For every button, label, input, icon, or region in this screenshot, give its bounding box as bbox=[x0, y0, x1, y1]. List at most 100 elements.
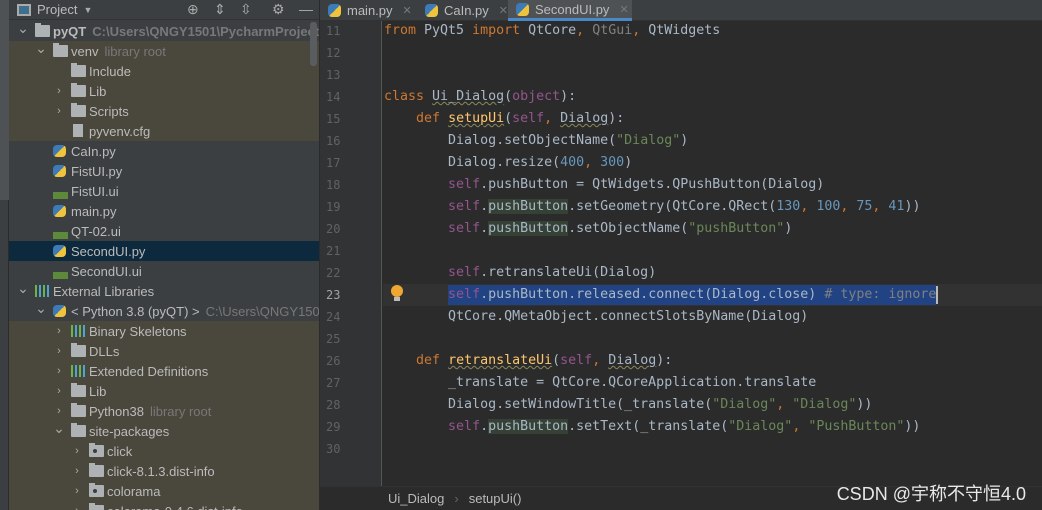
tree-item[interactable]: › DLLs bbox=[9, 341, 319, 361]
tree-item[interactable]: ⌄ site-packages bbox=[9, 420, 319, 441]
tree-item[interactable]: Include bbox=[9, 61, 319, 81]
tree-item[interactable]: › Binary Skeletons bbox=[9, 321, 319, 341]
code-token: QtWidgets bbox=[648, 23, 721, 38]
tree-item-label: Extended Definitions bbox=[89, 363, 209, 379]
folder-icon bbox=[71, 83, 86, 97]
tree-item[interactable]: QT-02.ui bbox=[9, 221, 319, 241]
code-token: pushButton bbox=[488, 221, 569, 236]
code-token: ): bbox=[608, 111, 625, 126]
library-icon bbox=[35, 285, 50, 297]
code-token: ): bbox=[560, 89, 577, 104]
breadcrumb-method[interactable]: setupUi() bbox=[469, 491, 522, 506]
tree-item[interactable]: › colorama bbox=[9, 481, 319, 501]
chevron-right-icon[interactable]: › bbox=[71, 505, 83, 510]
code-token: self bbox=[448, 265, 481, 280]
tree-item-label: Lib bbox=[89, 383, 107, 399]
tree-item[interactable]: › Lib bbox=[9, 81, 319, 101]
folder-icon bbox=[71, 403, 86, 417]
minimize-icon[interactable]: — bbox=[299, 1, 313, 17]
code-token: 130 bbox=[776, 199, 801, 214]
line-number: 14 bbox=[326, 90, 341, 104]
tree-item-label: Include bbox=[89, 63, 131, 79]
expand-all-icon[interactable]: ⇕ bbox=[214, 1, 226, 18]
qt-ui-file-icon bbox=[53, 192, 68, 199]
project-icon bbox=[17, 3, 31, 16]
code-token: .setGeometry(QtCore.QRect( bbox=[568, 199, 777, 214]
line-number: 11 bbox=[326, 24, 341, 38]
code-token: self bbox=[512, 111, 545, 126]
chevron-down-icon[interactable]: ⌄ bbox=[17, 280, 29, 297]
chevron-right-icon[interactable]: › bbox=[53, 345, 65, 357]
tree-item[interactable]: main.py bbox=[9, 201, 319, 221]
code-line: Dialog.setObjectName("Dialog") bbox=[384, 130, 688, 152]
close-icon[interactable]: ✕ bbox=[403, 4, 412, 17]
tree-item-label: External Libraries bbox=[53, 283, 155, 299]
code-token: Dialog bbox=[608, 353, 657, 368]
tree-item-label: venv bbox=[71, 43, 99, 59]
line-number: 22 bbox=[326, 266, 341, 280]
project-tool-tab[interactable] bbox=[0, 0, 9, 200]
tree-item[interactable]: CaIn.py bbox=[9, 141, 319, 161]
chevron-right-icon[interactable]: › bbox=[53, 105, 65, 117]
code-token: _translate = QtCore.QCoreApplication.tra… bbox=[384, 375, 817, 390]
chevron-right-icon[interactable]: › bbox=[53, 385, 65, 397]
tree-item[interactable]: › click bbox=[9, 441, 319, 461]
code-token: object bbox=[512, 89, 561, 104]
code-token: ( bbox=[504, 111, 513, 126]
close-icon[interactable]: ✕ bbox=[619, 3, 628, 16]
tab-cain-py[interactable]: CaIn.py ✕ bbox=[417, 0, 508, 21]
tree-item[interactable]: ⌄ venv library root bbox=[9, 40, 319, 61]
chevron-right-icon[interactable]: › bbox=[71, 485, 83, 497]
tree-scrollbar[interactable] bbox=[310, 22, 317, 66]
python-file-icon bbox=[516, 2, 529, 16]
locate-icon[interactable]: ⊕ bbox=[187, 1, 199, 18]
chevron-down-icon[interactable]: ▼ bbox=[83, 5, 92, 15]
chevron-right-icon[interactable]: › bbox=[53, 325, 65, 337]
chevron-down-icon[interactable]: ⌄ bbox=[53, 420, 65, 437]
tree-item[interactable]: › Python38 library root bbox=[9, 401, 319, 421]
code-token: , bbox=[872, 199, 889, 214]
tree-item[interactable]: FistUI.py bbox=[9, 161, 319, 181]
chevron-down-icon[interactable]: ⌄ bbox=[35, 300, 47, 317]
package-icon bbox=[89, 483, 104, 497]
tree-item[interactable]: ⌄ < Python 3.8 (pyQT) > C:\Users\QNGY1501\… bbox=[9, 300, 319, 321]
chevron-right-icon[interactable]: › bbox=[53, 85, 65, 97]
code-token: Dialog.resize( bbox=[384, 155, 561, 170]
tab-secondui-py[interactable]: SecondUI.py ✕ bbox=[508, 0, 632, 21]
python-file-icon bbox=[53, 305, 66, 317]
watermark: CSDN @宇称不守恒4.0 bbox=[836, 484, 1026, 504]
tab-label: main.py bbox=[347, 3, 393, 18]
chevron-down-icon[interactable]: ⌄ bbox=[17, 20, 29, 37]
chevron-right-icon[interactable]: › bbox=[71, 465, 83, 477]
collapse-all-icon[interactable]: ⇳ bbox=[240, 1, 252, 18]
tree-item[interactable]: pyvenv.cfg bbox=[9, 121, 319, 141]
chevron-right-icon[interactable]: › bbox=[53, 405, 65, 417]
tab-main-py[interactable]: main.py ✕ bbox=[320, 0, 417, 21]
chevron-right-icon[interactable]: › bbox=[53, 365, 65, 377]
code-token: Dialog bbox=[560, 111, 609, 126]
code-token: Ui_Dialog bbox=[432, 89, 505, 104]
tree-item[interactable]: SecondUI.py bbox=[9, 241, 319, 261]
chevron-down-icon[interactable]: ⌄ bbox=[35, 40, 47, 57]
tree-item[interactable]: FistUI.ui bbox=[9, 181, 319, 201]
chevron-right-icon[interactable]: › bbox=[71, 445, 83, 457]
tree-item[interactable]: › Extended Definitions bbox=[9, 361, 319, 381]
tree-item[interactable]: › Lib bbox=[9, 381, 319, 401]
gear-icon[interactable]: ⚙ bbox=[272, 1, 285, 18]
tree-item[interactable]: › colorama-0.4.6.dist-info bbox=[9, 501, 319, 510]
tree-item[interactable]: › click-8.1.3.dist-info bbox=[9, 461, 319, 481]
tree-item[interactable]: ⌄ External Libraries bbox=[9, 280, 319, 301]
tree-item[interactable]: ⌄ pyQT C:\Users\QNGY1501\PycharmProjects\p… bbox=[9, 20, 319, 41]
tree-item[interactable]: SecondUI.ui bbox=[9, 261, 319, 281]
close-icon[interactable]: ✕ bbox=[499, 4, 508, 17]
breadcrumb-class[interactable]: Ui_Dialog bbox=[388, 491, 444, 506]
tree-item[interactable]: › Scripts bbox=[9, 101, 319, 121]
tree-item-label: pyQT bbox=[53, 23, 87, 39]
text-file-icon bbox=[73, 124, 83, 137]
code-line: _translate = QtCore.QCoreApplication.tra… bbox=[384, 372, 816, 394]
code-token: , bbox=[792, 419, 809, 434]
project-view-selector[interactable]: Project bbox=[37, 2, 77, 17]
code-token: setupUi bbox=[448, 111, 505, 126]
code-token: "pushButton" bbox=[688, 221, 785, 236]
